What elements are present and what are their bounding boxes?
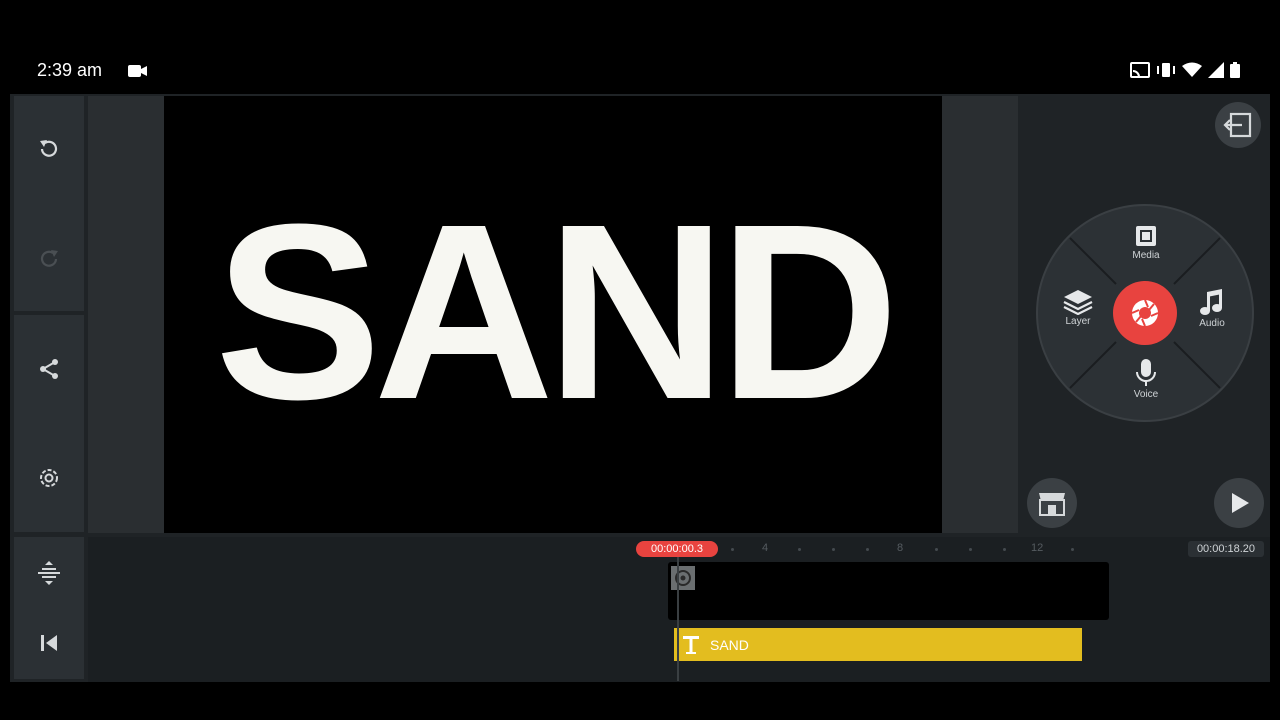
- text-layer-clip[interactable]: SAND: [674, 628, 1082, 661]
- exit-button[interactable]: [1215, 102, 1261, 148]
- tick-dot: [832, 548, 835, 551]
- redo-button[interactable]: [14, 244, 84, 274]
- cast-icon: [1130, 62, 1150, 83]
- media-button[interactable]: Media: [1124, 223, 1168, 261]
- playhead-line[interactable]: [677, 557, 679, 681]
- clip-thumbnail-icon: [675, 570, 691, 586]
- text-clip-label: SAND: [710, 636, 749, 653]
- battery-icon: [1230, 62, 1240, 83]
- skip-to-start-icon: [41, 635, 57, 651]
- audio-icon: [1200, 289, 1222, 315]
- layer-icon: [1063, 290, 1093, 315]
- settings-icon: [40, 469, 58, 487]
- project-duration: 00:00:18.20: [1188, 541, 1264, 557]
- audio-label: Audio: [1199, 318, 1225, 329]
- voice-label: Voice: [1133, 389, 1159, 400]
- text-layer-icon: [683, 635, 699, 654]
- asset-store-button[interactable]: [1027, 478, 1077, 528]
- clip-thumbnail: [671, 566, 695, 590]
- share-icon: [40, 359, 58, 379]
- camera-record-icon: [1131, 299, 1159, 327]
- play-icon: [1232, 493, 1249, 513]
- tick-dot: [1071, 548, 1074, 551]
- store-icon: [1039, 493, 1065, 516]
- tick-label: 4: [762, 542, 769, 554]
- settings-button[interactable]: [14, 463, 84, 493]
- voice-button[interactable]: Voice: [1124, 358, 1168, 400]
- skip-to-start-button[interactable]: [14, 628, 84, 658]
- layer-button[interactable]: Layer: [1056, 289, 1100, 327]
- tick-label: 12: [1031, 542, 1044, 554]
- tick-dot: [731, 548, 734, 551]
- project-panel: [14, 315, 84, 532]
- redo-icon: [40, 250, 58, 267]
- status-icons: [1130, 62, 1240, 83]
- history-panel: [14, 96, 84, 311]
- record-button[interactable]: [1113, 281, 1177, 345]
- tick-dot: [1003, 548, 1006, 551]
- media-icon: [1136, 226, 1156, 246]
- tick-dot: [935, 548, 938, 551]
- tick-dot: [798, 548, 801, 551]
- playhead-time: 00:00:00.3: [636, 541, 718, 557]
- exit-icon: [1223, 112, 1252, 138]
- wifi-icon: [1182, 62, 1202, 83]
- audio-button[interactable]: Audio: [1190, 289, 1234, 329]
- undo-button[interactable]: [14, 134, 84, 164]
- timeline-expand-button[interactable]: [14, 558, 84, 588]
- tick-label: 8: [897, 542, 904, 554]
- play-button[interactable]: [1214, 478, 1264, 528]
- media-label: Media: [1132, 250, 1160, 261]
- share-button[interactable]: [14, 354, 84, 384]
- vibrate-icon: [1156, 62, 1176, 83]
- layer-label: Layer: [1065, 316, 1091, 327]
- undo-icon: [40, 140, 58, 157]
- preview-title-text: SAND: [214, 172, 899, 451]
- signal-icon: [1208, 62, 1224, 83]
- status-time: 2:39 am: [37, 60, 103, 80]
- screen-record-icon: [128, 64, 148, 83]
- timeline-expand-icon: [38, 561, 60, 585]
- left-toolbar: [14, 96, 84, 679]
- tick-dot: [866, 548, 869, 551]
- microphone-icon: [1136, 359, 1156, 386]
- video-preview[interactable]: SAND: [164, 96, 942, 533]
- tick-dot: [969, 548, 972, 551]
- video-clip[interactable]: [668, 562, 1109, 620]
